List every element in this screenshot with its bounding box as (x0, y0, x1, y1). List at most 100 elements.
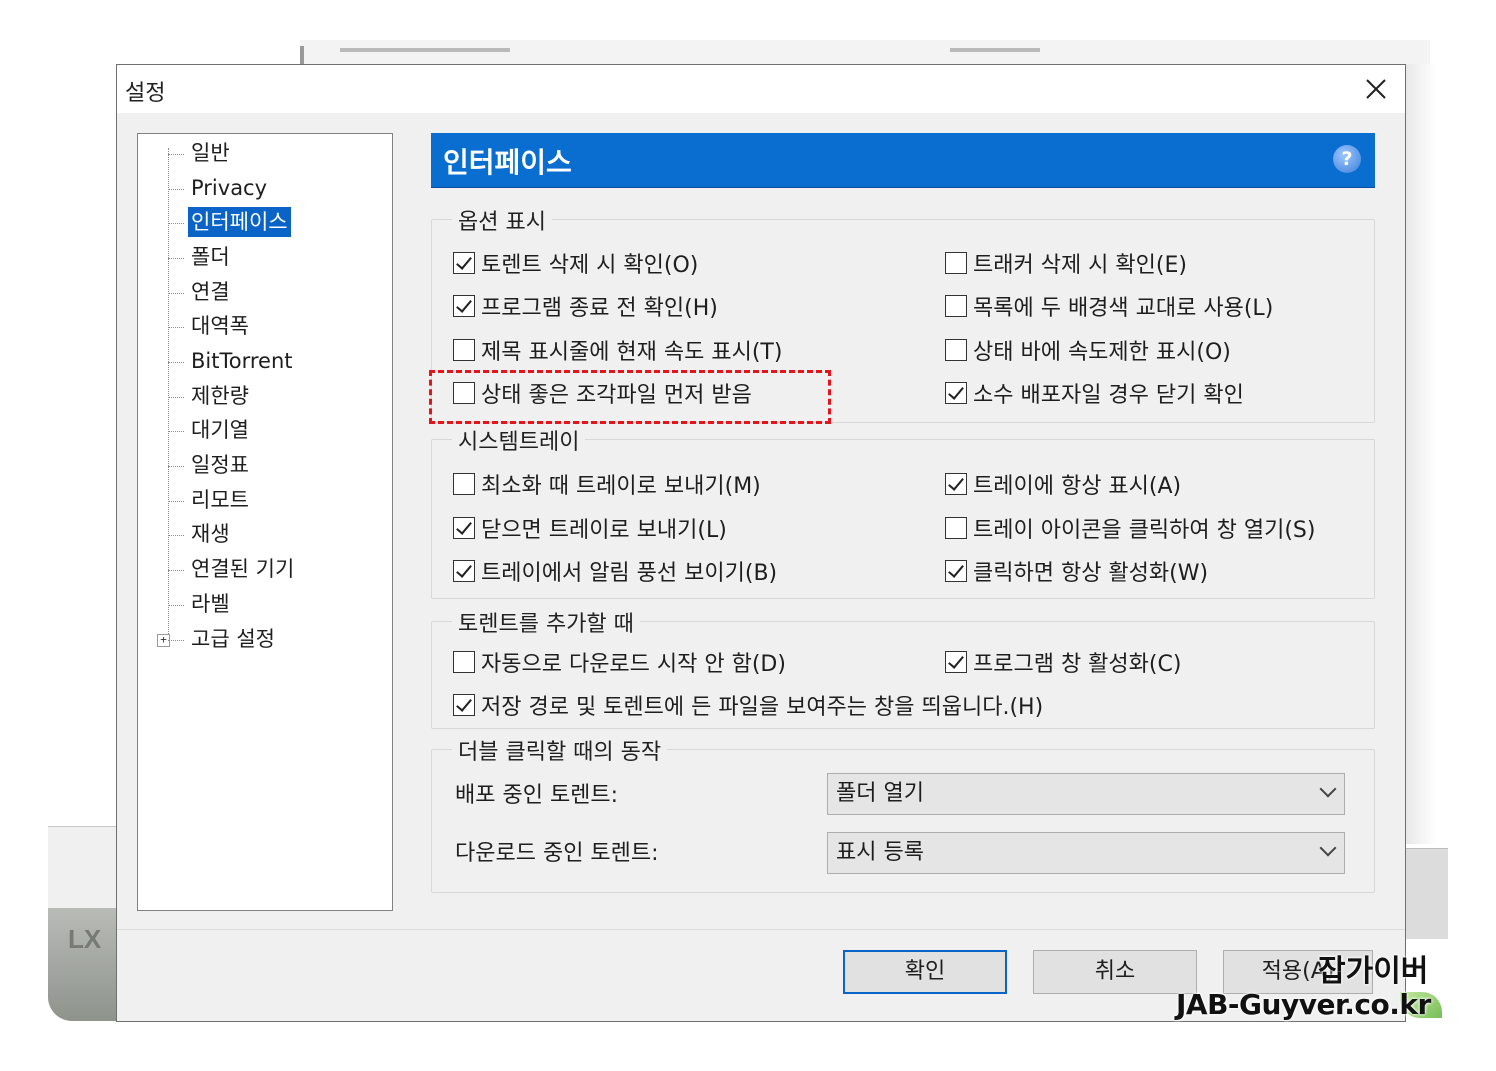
checkbox-close-to-tray[interactable]: 닫으면 트레이로 보내기(L) (453, 512, 727, 544)
checkbox-unchecked-icon[interactable] (945, 295, 967, 317)
checkbox-unchecked-icon[interactable] (945, 339, 967, 361)
select-value: 표시 등록 (836, 840, 924, 865)
checkbox-checked-icon[interactable] (453, 517, 475, 539)
checkbox-unchecked-icon[interactable] (945, 517, 967, 539)
close-icon (1366, 79, 1386, 99)
tree-connector (168, 535, 184, 538)
checkbox-balloon-notifications[interactable]: 트레이에서 알림 풍선 보이기(B) (453, 555, 777, 587)
checkbox-always-show-tray[interactable]: 트레이에 항상 표시(A) (945, 468, 1181, 500)
tree-item-labels[interactable]: 라벨 (188, 589, 233, 619)
downloading-action-select[interactable]: 표시 등록 (827, 832, 1345, 874)
tree-connector (168, 189, 184, 192)
checkbox-label: 상태 바에 속도제한 표시(O) (973, 340, 1231, 365)
tree-item-transfer-cap[interactable]: 제한량 (188, 381, 252, 411)
checkbox-always-activate[interactable]: 클릭하면 항상 활성화(W) (945, 555, 1208, 587)
tree-connector (168, 327, 184, 330)
checkbox-checked-icon[interactable] (453, 694, 475, 716)
downloading-action-label: 다운로드 중인 토렌트: (455, 841, 659, 866)
checkbox-label: 트레이에서 알림 풍선 보이기(B) (481, 561, 778, 586)
ok-button[interactable]: 확인 (843, 950, 1007, 994)
tree-connector (168, 362, 184, 365)
tree-item-bittorrent[interactable]: BitTorrent (188, 346, 295, 376)
tree-item-folders[interactable]: 폴더 (188, 242, 233, 272)
background-logo: LX (68, 924, 102, 954)
checkbox-label: 트래커 삭제 시 확인(E) (973, 253, 1187, 278)
tree-connector (168, 605, 184, 608)
checkbox-label: 토렌트 삭제 시 확인(O) (481, 253, 699, 278)
checkbox-checked-icon[interactable] (945, 473, 967, 495)
tree-connector (168, 223, 184, 226)
checkbox-checked-icon[interactable] (945, 560, 967, 582)
help-icon[interactable]: ? (1333, 145, 1361, 173)
settings-dialog: 설정 일반 Privacy 인터페이스 폴더 연결 대역폭 BitTorrent… (116, 64, 1406, 1022)
tree-item-bandwidth[interactable]: 대역폭 (188, 311, 252, 341)
tree-item-scheduler[interactable]: 일정표 (188, 450, 252, 480)
checkbox-speed-in-title[interactable]: 제목 표시줄에 현재 속도 표시(T) (453, 334, 782, 366)
seeding-action-label: 배포 중인 토렌트: (455, 783, 619, 808)
chevron-down-icon (1319, 839, 1337, 857)
settings-tree: 일반 Privacy 인터페이스 폴더 연결 대역폭 BitTorrent 제한… (137, 133, 393, 911)
checkbox-unchecked-icon[interactable] (453, 473, 475, 495)
background-divider (300, 46, 304, 66)
checkbox-label: 트레이 아이콘을 클릭하여 창 열기(S) (973, 518, 1316, 543)
tree-connector (168, 640, 184, 643)
checkbox-limits-in-statusbar[interactable]: 상태 바에 속도제한 표시(O) (945, 334, 1231, 366)
background-panel (1406, 848, 1448, 939)
tree-connector (168, 258, 184, 261)
checkbox-unchecked-icon[interactable] (453, 651, 475, 673)
panel-title: 인터페이스 (443, 146, 572, 179)
group-label: 토렌트를 추가할 때 (452, 606, 640, 638)
checkbox-confirm-exit[interactable]: 프로그램 종료 전 확인(H) (453, 290, 718, 322)
tree-item-paired-devices[interactable]: 연결된 기기 (188, 554, 297, 584)
watermark-line2: JAB-Guyver.co.kr (1176, 988, 1431, 1021)
checkbox-label: 클릭하면 항상 활성화(W) (973, 561, 1209, 586)
checkbox-alternate-list-bg[interactable]: 목록에 두 배경색 교대로 사용(L) (945, 290, 1273, 322)
checkbox-show-file-window[interactable]: 저장 경로 및 토렌트에 든 파일을 보여주는 창을 띄웁니다.(H) (453, 689, 1043, 721)
close-button[interactable] (1347, 65, 1405, 113)
cancel-button[interactable]: 취소 (1033, 950, 1197, 994)
tree-item-remote[interactable]: 리모트 (188, 485, 252, 515)
tree-connector (168, 293, 184, 296)
checkbox-label: 트레이에 항상 표시(A) (973, 474, 1182, 499)
checkbox-dont-start-automatically[interactable]: 자동으로 다운로드 시작 안 함(D) (453, 646, 786, 678)
checkbox-checked-icon[interactable] (453, 252, 475, 274)
group-label: 더블 클릭할 때의 동작 (452, 734, 668, 766)
checkbox-label: 소수 배포자일 경우 닫기 확인 (973, 383, 1244, 408)
checkbox-activate-window[interactable]: 프로그램 창 활성화(C) (945, 646, 1181, 678)
checkbox-unchecked-icon[interactable] (945, 252, 967, 274)
tree-guide-line (168, 148, 169, 640)
select-value: 폴더 열기 (836, 781, 924, 806)
checkbox-checked-icon[interactable] (453, 295, 475, 317)
tree-item-privacy[interactable]: Privacy (188, 173, 270, 203)
seeding-action-select[interactable]: 폴더 열기 (827, 773, 1345, 815)
checkbox-label: 목록에 두 배경색 교대로 사용(L) (973, 296, 1274, 321)
dialog-shadow (1406, 64, 1436, 844)
tree-connector (168, 570, 184, 573)
checkbox-confirm-delete-torrent[interactable]: 토렌트 삭제 시 확인(O) (453, 247, 698, 279)
checkbox-checked-icon[interactable] (945, 382, 967, 404)
highlight-annotation (429, 370, 831, 424)
checkbox-label: 프로그램 창 활성화(C) (973, 652, 1182, 677)
tree-item-advanced[interactable]: 고급 설정 (188, 624, 278, 654)
tree-connector (168, 431, 184, 434)
tree-item-interface[interactable]: 인터페이스 (188, 207, 291, 237)
checkbox-checked-icon[interactable] (453, 560, 475, 582)
tree-connector (168, 397, 184, 400)
panel-header: 인터페이스 ? (431, 133, 1375, 188)
checkbox-single-click-open[interactable]: 트레이 아이콘을 클릭하여 창 열기(S) (945, 512, 1315, 544)
tree-item-playback[interactable]: 재생 (188, 519, 233, 549)
background-text-blur (340, 48, 510, 52)
tree-item-connection[interactable]: 연결 (188, 277, 233, 307)
checkbox-unchecked-icon[interactable] (453, 339, 475, 361)
checkbox-minimize-to-tray[interactable]: 최소화 때 트레이로 보내기(M) (453, 468, 761, 500)
tree-connector (168, 466, 184, 469)
checkbox-checked-icon[interactable] (945, 651, 967, 673)
tree-item-queueing[interactable]: 대기열 (188, 415, 252, 445)
checkbox-label: 닫으면 트레이로 보내기(L) (481, 518, 727, 543)
checkbox-confirm-close-sole-seeder[interactable]: 소수 배포자일 경우 닫기 확인 (945, 377, 1244, 409)
background-image: LX (48, 908, 118, 1021)
group-label: 시스템트레이 (452, 424, 586, 456)
checkbox-label: 제목 표시줄에 현재 속도 표시(T) (481, 340, 783, 365)
checkbox-confirm-delete-tracker[interactable]: 트래커 삭제 시 확인(E) (945, 247, 1187, 279)
tree-item-general[interactable]: 일반 (188, 138, 233, 168)
